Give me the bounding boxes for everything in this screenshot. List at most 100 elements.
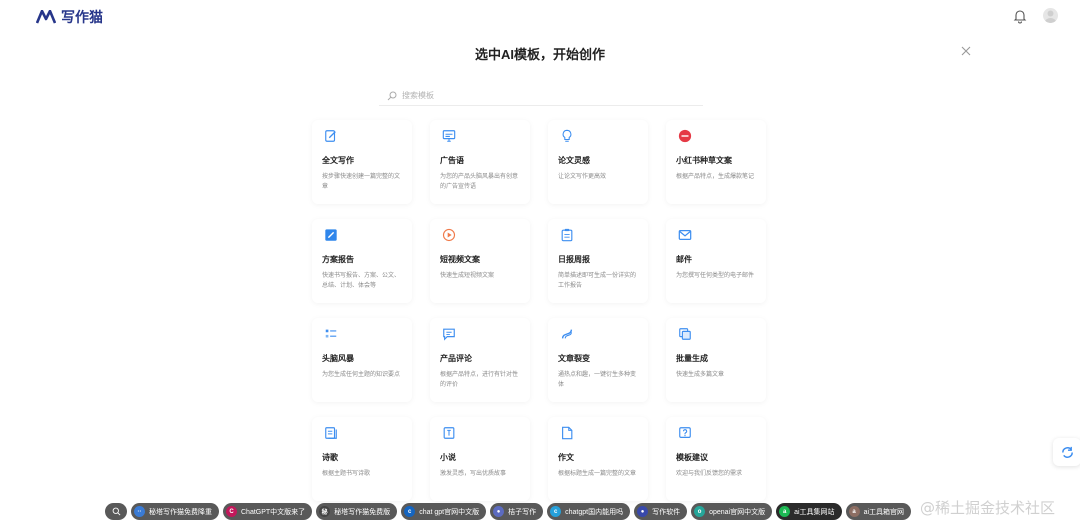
pen-icon bbox=[322, 226, 340, 244]
card-desc: 为您的产品头脑风暴出有创意的广告宣传语 bbox=[440, 174, 519, 190]
mail-icon bbox=[676, 226, 694, 244]
bell-icon[interactable] bbox=[1012, 8, 1028, 24]
logo[interactable]: 写作猫 bbox=[36, 7, 103, 27]
template-card-daily-report[interactable]: 日报周报 简单描述即可生成一份详实的工作报告 bbox=[548, 219, 648, 303]
template-card-article-split[interactable]: 文章裂变 通热点和趣，一键衍生多种变体 bbox=[548, 318, 648, 402]
card-desc: 激发灵感，写出优质故事 bbox=[440, 471, 507, 477]
template-card-full-writing[interactable]: 全文写作 按步骤快速创建一篇完整的文章 bbox=[312, 120, 412, 204]
close-icon[interactable] bbox=[960, 45, 972, 57]
xiaohongshu-icon bbox=[676, 127, 694, 145]
taskbar-item[interactable]: ● 桔子写作 bbox=[490, 503, 544, 520]
template-card-xiaohongshu[interactable]: 小红书种草文案 根据产品特点，生成爆款笔记 bbox=[666, 120, 766, 204]
template-card-suggestion[interactable]: 模板建议 欢迎与我们反馈您的需求 bbox=[666, 417, 766, 501]
top-header: 写作猫 bbox=[0, 0, 1080, 32]
favicon-icon: ·· bbox=[134, 506, 145, 517]
card-title: 小说 bbox=[440, 453, 456, 462]
avatar[interactable] bbox=[1043, 8, 1058, 23]
taskbar-item-label: 秘塔写作猫免费版 bbox=[334, 508, 391, 516]
favicon-icon: c bbox=[550, 506, 562, 517]
card-desc: 快速书写报告、方案、公文、总结、计划、体会等 bbox=[322, 273, 401, 289]
template-card-novel[interactable]: 小说 激发灵感，写出优质故事 bbox=[430, 417, 530, 501]
card-title: 全文写作 bbox=[322, 156, 354, 165]
template-card-product-review[interactable]: 产品评论 根据产品特点，进行有针对性的评价 bbox=[430, 318, 530, 402]
favicon-icon: ● bbox=[493, 506, 505, 517]
taskbar-item[interactable]: a ai工具箱官网 bbox=[845, 503, 912, 520]
template-card-slogan[interactable]: 广告语 为您的产品头脑风暴出有创意的广告宣传语 bbox=[430, 120, 530, 204]
favicon-icon: ● bbox=[637, 506, 649, 517]
card-title: 作文 bbox=[558, 453, 574, 462]
taskbar-item[interactable]: ·· 秘塔写作猫免费降重 bbox=[131, 503, 219, 520]
card-title: 论文灵感 bbox=[558, 156, 590, 165]
copy-icon bbox=[676, 325, 694, 343]
play-icon bbox=[440, 226, 458, 244]
watermark: @稀土掘金技术社区 bbox=[920, 499, 1056, 517]
taskbar-item[interactable]: c chat gpt官网中文版 bbox=[401, 503, 487, 520]
list-icon bbox=[322, 325, 340, 343]
card-desc: 让论文写作更高效 bbox=[558, 174, 607, 180]
card-title: 小红书种草文案 bbox=[676, 156, 732, 165]
card-title: 头脑风暴 bbox=[322, 354, 354, 363]
card-desc: 欢迎与我们反馈您的需求 bbox=[676, 471, 743, 477]
lightbulb-icon bbox=[558, 127, 576, 145]
template-card-email[interactable]: 邮件 为您撰写任何类型的电子邮件 bbox=[666, 219, 766, 303]
favicon-icon: a bbox=[779, 506, 791, 517]
card-title: 产品评论 bbox=[440, 354, 472, 363]
taskbar-item-label: 秘塔写作猫免费降重 bbox=[149, 508, 212, 516]
card-desc: 为您撰写任何类型的电子邮件 bbox=[676, 273, 755, 279]
favicon-icon: a bbox=[848, 506, 860, 517]
card-desc: 为您生成任何主题的知识要点 bbox=[322, 372, 401, 378]
page-title: 选中AI模板，开始创作 bbox=[474, 47, 605, 62]
card-title: 日报周报 bbox=[558, 255, 590, 264]
floating-helper-button[interactable] bbox=[1053, 438, 1080, 466]
template-grid: 全文写作 按步骤快速创建一篇完整的文章 广告语 为您的产品头脑风暴出有创意的广告… bbox=[312, 120, 772, 501]
edit-icon bbox=[322, 127, 340, 145]
template-card-poem[interactable]: 诗歌 根据主题书写诗歌 bbox=[312, 417, 412, 501]
taskbar-item[interactable]: a ai工具集网站 bbox=[776, 503, 842, 520]
novel-icon bbox=[440, 424, 458, 442]
taskbar-item[interactable]: ● 写作软件 bbox=[634, 503, 688, 520]
document-icon bbox=[558, 424, 576, 442]
card-title: 方案报告 bbox=[322, 255, 354, 264]
card-title: 诗歌 bbox=[322, 453, 338, 462]
card-title: 批量生成 bbox=[676, 354, 708, 363]
taskbar-item-label: ChatGPT中文版来了 bbox=[241, 508, 306, 516]
favicon-icon: C bbox=[226, 506, 237, 517]
card-desc: 根据产品特点，生成爆款笔记 bbox=[676, 174, 755, 180]
search-input[interactable] bbox=[402, 91, 682, 100]
clipboard-icon bbox=[558, 226, 576, 244]
taskbar-item[interactable]: C ChatGPT中文版来了 bbox=[223, 503, 313, 520]
card-desc: 根据产品特点，进行有针对性的评价 bbox=[440, 372, 519, 388]
favicon-icon: c bbox=[404, 506, 416, 517]
taskbar-search-button[interactable] bbox=[105, 503, 127, 520]
taskbar-item[interactable]: c chatgpt国内能用吗 bbox=[547, 503, 631, 520]
search-icon bbox=[387, 91, 397, 100]
help-icon bbox=[676, 424, 694, 442]
bottom-taskbar: ·· 秘塔写作猫免费降重 C ChatGPT中文版来了 秘秘塔写作猫免费版 c cha… bbox=[105, 503, 912, 521]
book-icon bbox=[322, 424, 340, 442]
taskbar-item[interactable]: o openai官网中文版 bbox=[691, 503, 773, 520]
card-desc: 快速生成多篇文章 bbox=[676, 372, 725, 378]
template-card-essay[interactable]: 作文 根据标题生成一篇完整的文章 bbox=[548, 417, 648, 501]
card-desc: 根据主题书写诗歌 bbox=[322, 471, 371, 477]
card-title: 文章裂变 bbox=[558, 354, 590, 363]
template-card-batch[interactable]: 批量生成 快速生成多篇文章 bbox=[666, 318, 766, 402]
favicon-icon: 秘 bbox=[319, 506, 331, 517]
template-card-paper-inspiration[interactable]: 论文灵感 让论文写作更高效 bbox=[548, 120, 648, 204]
template-card-short-video[interactable]: 短视频文案 快速生成短视频文案 bbox=[430, 219, 530, 303]
card-desc: 根据标题生成一篇完整的文章 bbox=[558, 471, 637, 477]
taskbar-item-label: openai官网中文版 bbox=[709, 508, 766, 516]
monitor-icon bbox=[440, 127, 458, 145]
card-title: 邮件 bbox=[676, 255, 692, 264]
user-icon bbox=[1044, 10, 1057, 23]
card-title: 模板建议 bbox=[676, 453, 708, 462]
search-bar[interactable] bbox=[379, 86, 703, 106]
taskbar-item[interactable]: 秘秘塔写作猫免费版 bbox=[316, 503, 398, 520]
card-desc: 按步骤快速创建一篇完整的文章 bbox=[322, 174, 401, 190]
template-card-report[interactable]: 方案报告 快速书写报告、方案、公文、总结、计划、体会等 bbox=[312, 219, 412, 303]
app-name: 写作猫 bbox=[61, 10, 103, 26]
taskbar-item-label: chat gpt官网中文版 bbox=[419, 508, 480, 516]
taskbar-item-label: 写作软件 bbox=[652, 508, 681, 516]
template-card-brainstorm[interactable]: 头脑风暴 为您生成任何主题的知识要点 bbox=[312, 318, 412, 402]
refresh-icon bbox=[1061, 446, 1073, 458]
split-icon bbox=[558, 325, 576, 343]
